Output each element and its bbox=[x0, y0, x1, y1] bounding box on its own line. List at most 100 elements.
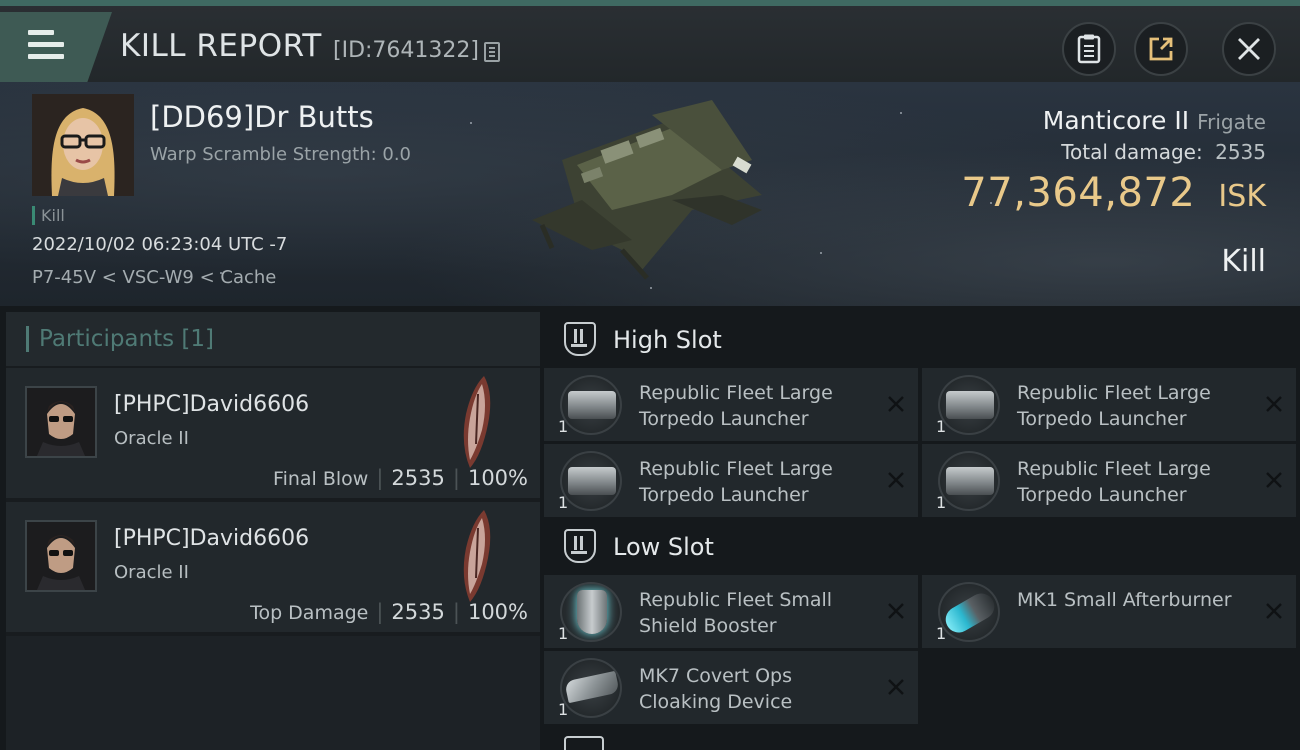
participants-header: Participants [1] bbox=[6, 312, 540, 368]
participant-avatar[interactable] bbox=[25, 386, 97, 458]
participant-ship: Oracle II bbox=[114, 428, 189, 449]
module-name: Republic Fleet Large Torpedo Launcher bbox=[639, 382, 833, 430]
destroyed-x-icon bbox=[888, 396, 904, 412]
close-button[interactable] bbox=[1222, 22, 1276, 76]
module-item[interactable]: 1 Republic Fleet Large Torpedo Launcher bbox=[922, 444, 1296, 517]
low-slot-modules: 1 Republic Fleet Small Shield Booster 1 … bbox=[544, 575, 1300, 724]
module-item[interactable]: 1 Republic Fleet Small Shield Booster bbox=[544, 575, 918, 648]
afterburner-icon bbox=[938, 582, 1000, 642]
participant-avatar[interactable] bbox=[25, 520, 97, 592]
total-damage-label: Total damage: bbox=[1061, 140, 1203, 164]
high-slot-title: High Slot bbox=[613, 326, 722, 354]
module-quantity: 1 bbox=[558, 624, 569, 643]
participant-percent: 100% bbox=[467, 466, 528, 490]
kill-result: Kill bbox=[1221, 244, 1266, 279]
clipboard-button[interactable] bbox=[1062, 22, 1116, 76]
close-icon bbox=[1238, 38, 1260, 60]
ship-name-text: Manticore II bbox=[1042, 106, 1190, 135]
module-name: Republic Fleet Large Torpedo Launcher bbox=[639, 458, 833, 506]
victim-portrait[interactable] bbox=[32, 94, 134, 196]
destroyed-x-icon bbox=[888, 603, 904, 619]
low-slot-title: Low Slot bbox=[613, 533, 714, 561]
destroyed-x-icon bbox=[888, 472, 904, 488]
destroyed-x-icon bbox=[1266, 472, 1282, 488]
kill-datetime: 2022/10/02 06:23:04 UTC -7 bbox=[32, 234, 288, 255]
low-slot-header: Low Slot bbox=[544, 519, 1300, 575]
module-quantity: 1 bbox=[936, 417, 947, 436]
shield-booster-icon bbox=[560, 582, 622, 642]
participant-card[interactable]: [PHPC]David6606 Oracle II Top Damage | 253… bbox=[6, 502, 540, 636]
page-title: KILL REPORT bbox=[120, 28, 322, 64]
participant-card[interactable]: [PHPC]David6606 Oracle II Final Blow | 253… bbox=[6, 368, 540, 502]
isk-value: 77,364,872 bbox=[961, 170, 1196, 216]
participant-portrait bbox=[27, 388, 95, 456]
isk-unit: ISK bbox=[1218, 179, 1266, 214]
participants-panel: Participants [1] [PHPC]David6606 Oracle … bbox=[6, 312, 540, 750]
hamburger-icon bbox=[28, 30, 64, 60]
participants-title-text: Participants bbox=[39, 326, 175, 352]
module-quantity: 1 bbox=[558, 700, 569, 719]
torpedo-launcher-icon bbox=[938, 451, 1000, 511]
module-item[interactable]: 1 MK7 Covert Ops Cloaking Device bbox=[544, 651, 918, 724]
module-quantity: 1 bbox=[558, 493, 569, 512]
participants-count: [1] bbox=[181, 326, 215, 352]
victim-ship-image[interactable] bbox=[522, 100, 782, 280]
copy-id-icon[interactable] bbox=[484, 42, 500, 62]
victim-name[interactable]: [DD69]Dr Butts bbox=[150, 100, 374, 134]
module-item[interactable]: 1 Republic Fleet Large Torpedo Launcher bbox=[544, 368, 918, 441]
high-slot-modules: 1 Republic Fleet Large Torpedo Launcher … bbox=[544, 368, 1300, 517]
kill-tag: Kill bbox=[32, 206, 65, 225]
module-quantity: 1 bbox=[558, 417, 569, 436]
participant-stats: Final Blow | 2535 | 100% bbox=[273, 466, 528, 490]
module-item[interactable]: 1 Republic Fleet Large Torpedo Launcher bbox=[922, 368, 1296, 441]
participant-role: Top Damage bbox=[250, 602, 369, 624]
participant-stats: Top Damage | 2535 | 100% bbox=[250, 600, 528, 624]
kill-location[interactable]: P7-45V < VSC-W9 < Cache bbox=[32, 267, 276, 288]
torpedo-launcher-icon bbox=[938, 375, 1000, 435]
module-name: Republic Fleet Large Torpedo Launcher bbox=[1017, 458, 1211, 506]
participant-name[interactable]: [PHPC]David6606 bbox=[114, 526, 309, 551]
report-id: [ID:7641322] bbox=[333, 38, 479, 63]
participant-portrait bbox=[27, 522, 95, 590]
torpedo-launcher-icon bbox=[560, 451, 622, 511]
total-damage-value: 2535 bbox=[1215, 140, 1266, 164]
victim-ship-name[interactable]: Manticore II Frigate bbox=[1043, 106, 1266, 135]
victim-banner: [DD69]Dr Butts Warp Scramble Strength: 0… bbox=[0, 82, 1300, 306]
module-name: MK7 Covert Ops Cloaking Device bbox=[639, 665, 793, 713]
cloaking-device-icon bbox=[560, 658, 622, 718]
participant-ship: Oracle II bbox=[114, 562, 189, 583]
fitting-slots-panel: High Slot 1 Republic Fleet Large Torpedo… bbox=[544, 312, 1300, 750]
victim-avatar bbox=[32, 94, 134, 196]
share-button[interactable] bbox=[1134, 22, 1188, 76]
header-bar: KILL REPORT [ID:7641322] bbox=[0, 0, 1300, 82]
participants-title: Participants [1] bbox=[26, 326, 214, 352]
participant-name[interactable]: [PHPC]David6606 bbox=[114, 392, 309, 417]
warp-scramble-strength: Warp Scramble Strength: 0.0 bbox=[150, 144, 412, 165]
menu-button[interactable] bbox=[0, 12, 112, 82]
module-item[interactable]: 1 MK1 Small Afterburner bbox=[922, 575, 1296, 648]
low-slot-icon bbox=[564, 529, 596, 563]
participant-ship-icon[interactable] bbox=[454, 508, 500, 604]
module-name: MK1 Small Afterburner bbox=[1017, 589, 1232, 611]
total-damage: Total damage: 2535 bbox=[1061, 140, 1266, 164]
participant-percent: 100% bbox=[467, 600, 528, 624]
torpedo-launcher-icon bbox=[560, 375, 622, 435]
high-slot-icon bbox=[564, 322, 596, 356]
high-slot-header: High Slot bbox=[544, 312, 1300, 368]
destroyed-x-icon bbox=[1266, 603, 1282, 619]
participant-role: Final Blow bbox=[273, 468, 369, 490]
clipboard-icon bbox=[1077, 34, 1101, 64]
ship-class: Frigate bbox=[1197, 110, 1266, 134]
destroyed-x-icon bbox=[1266, 396, 1282, 412]
participant-damage: 2535 bbox=[391, 466, 445, 490]
share-icon bbox=[1149, 37, 1173, 61]
next-slot-icon bbox=[564, 736, 604, 750]
module-quantity: 1 bbox=[936, 624, 947, 643]
isk-value-display: 77,364,872 ISK bbox=[961, 170, 1266, 216]
participant-ship-icon[interactable] bbox=[454, 374, 500, 470]
module-name: Republic Fleet Large Torpedo Launcher bbox=[1017, 382, 1211, 430]
destroyed-x-icon bbox=[888, 679, 904, 695]
module-name: Republic Fleet Small Shield Booster bbox=[639, 589, 833, 637]
module-item[interactable]: 1 Republic Fleet Large Torpedo Launcher bbox=[544, 444, 918, 517]
participant-damage: 2535 bbox=[391, 600, 445, 624]
